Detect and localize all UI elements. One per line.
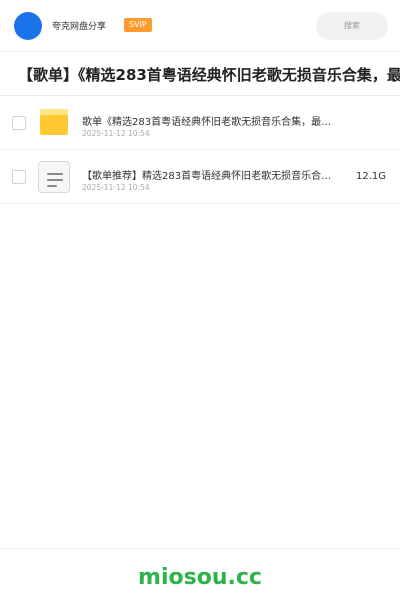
search-input[interactable]: 搜索 xyxy=(316,12,388,40)
svip-badge: SVIP xyxy=(124,18,152,32)
file-name[interactable]: 歌单《精选283首粤语经典怀旧老歌无损音乐合集，最… xyxy=(82,113,356,128)
file-date: 2025-11-12 10:54 xyxy=(82,183,150,192)
user-avatar[interactable] xyxy=(14,12,42,40)
file-size: 12.1G xyxy=(355,171,386,182)
file-name[interactable]: 【歌单推荐】精选283首粤语经典怀旧老歌无损音乐合… xyxy=(82,167,354,182)
file-row[interactable]: 【歌单推荐】精选283首粤语经典怀旧老歌无损音乐合… 2025-11-12 10… xyxy=(0,150,400,204)
username-label: 夸克网盘分享 xyxy=(52,22,107,32)
site-brand[interactable]: miosou.cc xyxy=(0,565,400,590)
folder-icon xyxy=(40,109,68,135)
page-title-bar: 【歌单】《精选283首粤语经典怀旧老歌无损音乐合集，最 xyxy=(0,52,400,96)
page-title: 【歌单】《精选283首粤语经典怀旧老歌无损音乐合集，最 xyxy=(18,66,400,84)
top-header: 夸克网盘分享 SVIP 搜索 xyxy=(0,0,400,52)
document-icon xyxy=(38,161,70,193)
footer: miosou.cc xyxy=(0,548,400,600)
row-checkbox[interactable] xyxy=(12,116,26,130)
file-date: 2025-11-12 10:54 xyxy=(82,129,150,138)
file-row[interactable]: 歌单《精选283首粤语经典怀旧老歌无损音乐合集，最… 2025-11-12 10… xyxy=(0,96,400,150)
row-checkbox[interactable] xyxy=(12,170,26,184)
